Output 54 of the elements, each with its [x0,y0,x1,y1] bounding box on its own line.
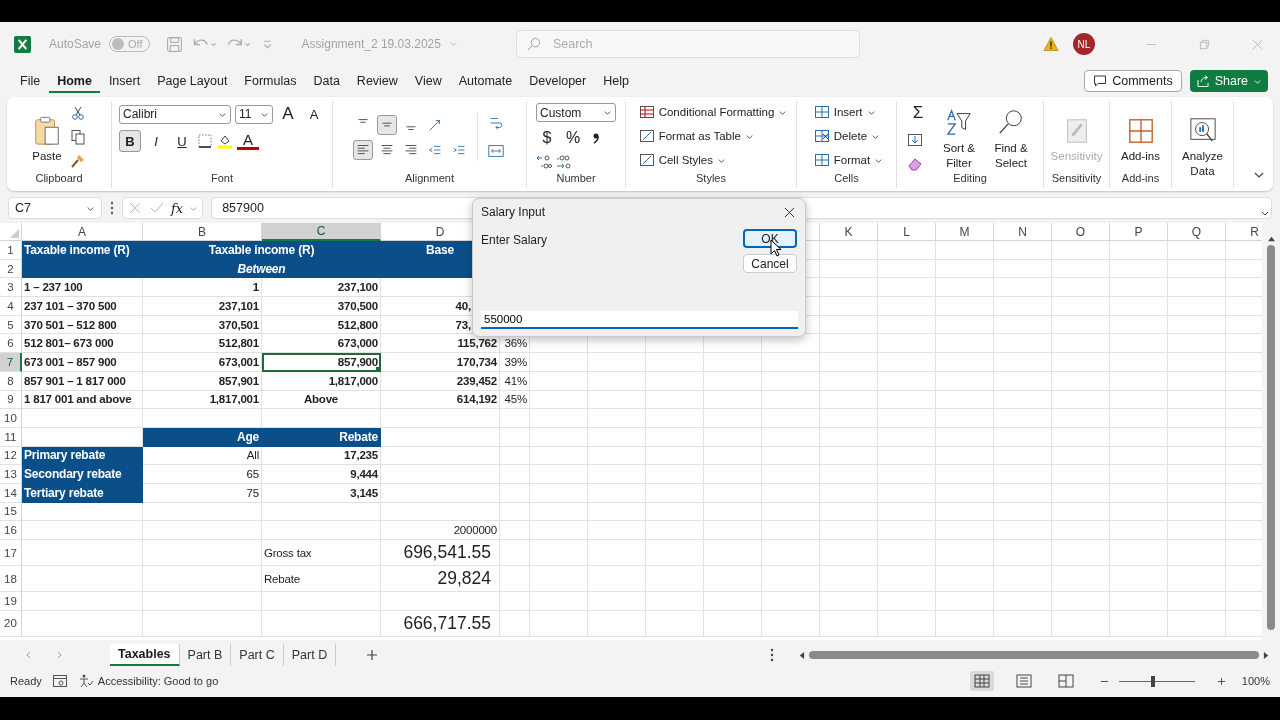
table-cell: 29,824 [381,566,500,592]
table-cell: 239,452 [381,371,500,391]
autosave-label: AutoSave [49,37,102,51]
group-label: Sensitivity [1051,172,1102,186]
table-cell: 673,000 [262,334,381,354]
table-cell: 1,817,001 [143,390,262,410]
table-cell: 1 [143,278,262,298]
status-text: Ready [10,675,42,687]
table-cell: 673 001 – 857 900 [22,353,143,372]
table-cell: 237,101 [143,297,262,316]
selected-cell: 857,900 [262,353,381,372]
group-label: Alignment [405,172,454,186]
table-cell: Rebate [262,566,381,592]
table-cell: 857 901 – 1 817 000 [22,371,143,391]
table-cell: 370 501 – 512 800 [22,315,143,335]
group-label: Styles [696,172,726,186]
table-cell: Above [262,390,381,410]
table-cell: 65 [143,465,262,484]
table-cell: Taxable income (R) [143,241,381,260]
table-cell: 512,800 [262,315,381,335]
table-cell: 512,801 [143,334,262,354]
dialog-title: Salary Input [481,205,546,219]
table-cell: Gross tax [262,540,381,566]
table-cell: 237,100 [262,278,381,298]
table-cell: 9,444 [262,465,381,484]
table-cell: All [143,446,262,466]
table-cell: 666,717.55 [381,610,500,637]
table-cell: 614,192 [381,390,500,410]
table-cell: Taxable income (R) [22,241,143,260]
table-cell: 673,001 [143,353,262,372]
group-label: Clipboard [35,172,83,186]
group-label: Editing [953,172,987,186]
table-cell: 45% [500,390,530,410]
table-cell: 41% [500,371,530,391]
table-cell: 370,501 [143,315,262,335]
table-cell: 75 [143,483,262,503]
group-label: Font [211,172,233,186]
table-cell: 3,145 [262,483,381,503]
group-label: Cells [834,172,859,186]
table-cell: Secondary rebate [22,465,143,484]
table-cell: 17,235 [262,446,381,466]
table-cell: 857,901 [143,371,262,391]
table-cell: 237 101 – 370 500 [22,297,143,316]
table-cell: 1,817,000 [262,371,381,391]
table-cell: 39% [500,353,530,372]
table-cell: 370,500 [262,297,381,316]
table-cell: 1 – 237 100 [22,278,143,298]
table-cell: 2000000 [381,521,500,540]
group-label: Number [556,172,596,186]
table-cell: 512 801– 673 000 [22,334,143,354]
table-cell: 696,541.55 [381,540,500,566]
table-cell: 170,734 [381,353,500,372]
table-cell: 1 817 001 and above [22,390,143,410]
group-label: Add-ins [1121,172,1160,186]
